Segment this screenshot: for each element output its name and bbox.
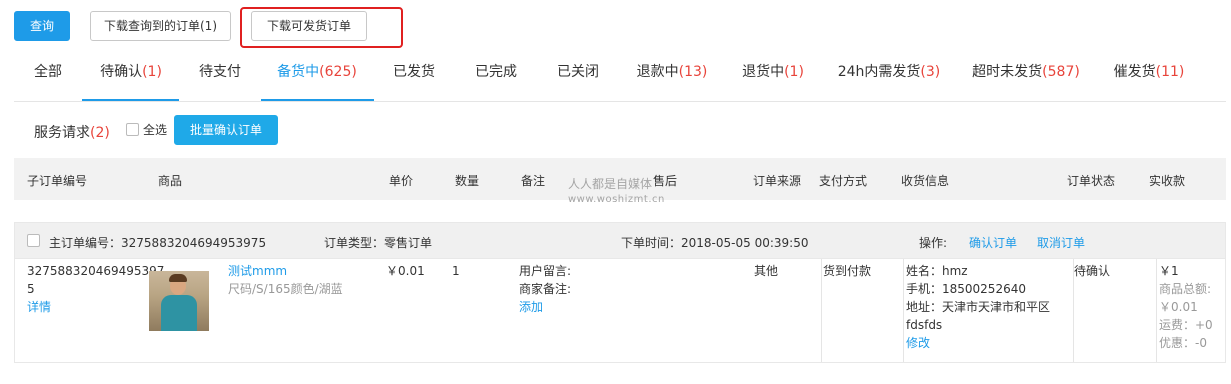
col-unit-price: 单价: [389, 174, 414, 188]
sub-order-no: 327588320469495397 5 详情: [27, 264, 165, 316]
col-order-source: 订单来源: [753, 174, 802, 188]
remark: 用户留言: 商家备注: 添加: [519, 262, 571, 316]
download-queried-orders-button[interactable]: 下载查询到的订单(1): [90, 11, 231, 41]
col-order-status: 订单状态: [1067, 174, 1116, 188]
cancel-order-link[interactable]: 取消订单: [1037, 234, 1085, 251]
received-amount: ￥1 商品总额: ￥0.01 运费：+0 优惠：-0: [1159, 264, 1213, 350]
col-product: 商品: [158, 174, 183, 188]
product-thumbnail[interactable]: [149, 271, 209, 331]
order-source: 其他: [754, 264, 779, 278]
query-button[interactable]: 查询: [14, 11, 70, 41]
tab-overdue-shipping[interactable]: 超时未发货(587): [972, 50, 1080, 102]
select-all-checkbox[interactable]: [126, 123, 139, 136]
order-type: 订单类型：零售订单: [324, 236, 433, 250]
operations-label: 操作:: [919, 236, 948, 250]
merchant-note-label: 商家备注:: [519, 282, 572, 296]
tab-pending-confirm[interactable]: 待确认(1): [100, 50, 162, 102]
col-remark: 备注: [521, 174, 546, 188]
detail-link[interactable]: 详情: [27, 298, 164, 316]
add-note-link[interactable]: 添加: [519, 298, 571, 316]
order-time: 下单时间：2018-05-05 00:39:50: [621, 236, 809, 250]
select-all-label: 全选: [143, 123, 168, 137]
divider: [1156, 259, 1157, 362]
confirm-order-link[interactable]: 确认订单: [969, 234, 1017, 251]
tab-pending-payment[interactable]: 待支付: [199, 50, 241, 102]
tab-all[interactable]: 全部: [34, 50, 62, 102]
order-header-row: 主订单编号：3275883204694953975 订单类型：零售订单 下单时间…: [14, 222, 1226, 259]
tab-shipped[interactable]: 已发货: [393, 50, 435, 102]
order-status-tabs: 全部 待确认(1) 待支付 备货中(625) 已发货 已完成 已关闭 退款中(1…: [14, 50, 1226, 102]
user-message-label: 用户留言:: [519, 264, 572, 278]
tab-shipping-reminder[interactable]: 催发货(11): [1114, 50, 1185, 102]
divider: [821, 259, 822, 362]
col-sub-order-no: 子订单编号: [27, 174, 88, 188]
tab-preparing[interactable]: 备货中(625): [277, 50, 357, 102]
col-received: 实收款: [1149, 174, 1186, 188]
tab-active-indicator: [261, 99, 374, 101]
tab-returning[interactable]: 退货中(1): [742, 50, 804, 102]
edit-address-link[interactable]: 修改: [906, 334, 1050, 352]
download-shippable-orders-button[interactable]: 下载可发货订单: [251, 11, 367, 41]
main-order-no: 主订单编号：3275883204694953975: [49, 236, 267, 250]
tab-closed[interactable]: 已关闭: [557, 50, 599, 102]
shipping-info: 姓名：hmz 手机：18500252640 地址：天津市天津市和平区 fdsfd…: [906, 264, 1051, 352]
col-quantity: 数量: [455, 174, 480, 188]
batch-confirm-button[interactable]: 批量确认订单: [174, 115, 278, 145]
payment-method: 货到付款: [823, 264, 872, 278]
quantity: 1: [452, 264, 460, 278]
col-payment: 支付方式: [819, 174, 868, 188]
unit-price: ￥0.01: [386, 264, 425, 278]
tab-active-indicator: [82, 99, 179, 101]
divider: [903, 259, 904, 362]
service-request-filter[interactable]: 服务请求(2): [34, 122, 110, 142]
tab-completed[interactable]: 已完成: [475, 50, 517, 102]
product-name-link[interactable]: 测试mmm: [228, 262, 343, 280]
col-shipping-info: 收货信息: [901, 174, 950, 188]
product-spec: 尺码/S/165颜色/湖蓝: [228, 282, 343, 296]
watermark: 人人都是自媒体 www.woshizmt.cn: [568, 177, 665, 205]
product-info: 测试mmm 尺码/S/165颜色/湖蓝: [228, 262, 343, 298]
order-checkbox[interactable]: [27, 234, 40, 247]
tab-ship-within-24h[interactable]: 24h内需发货(3): [838, 50, 941, 102]
tab-refunding[interactable]: 退款中(13): [637, 50, 708, 102]
order-status: 待确认: [1074, 264, 1111, 278]
